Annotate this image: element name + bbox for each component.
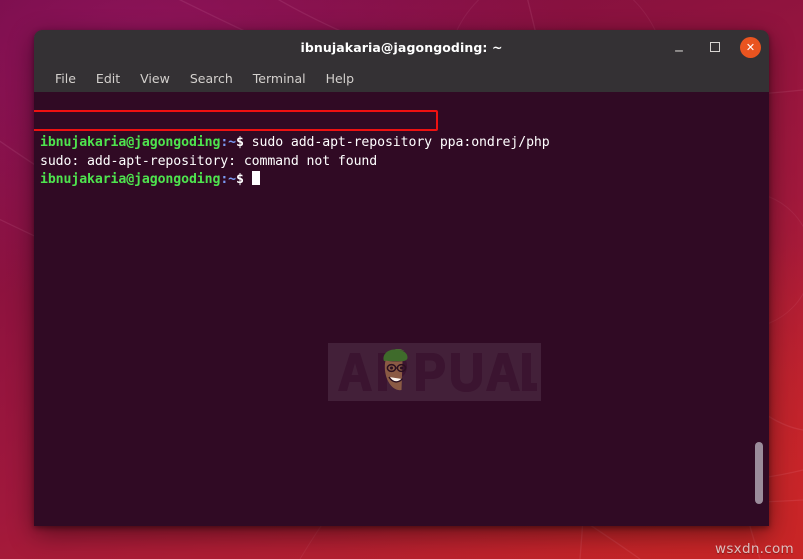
prompt-path: :~: [220, 135, 236, 150]
window-titlebar[interactable]: ibnujakaria@jagongoding: ~ _ ✕: [34, 30, 769, 64]
window-title: ibnujakaria@jagongoding: ~: [300, 39, 503, 55]
terminal-window[interactable]: ibnujakaria@jagongoding: ~ _ ✕ File Edit…: [34, 30, 769, 526]
menu-item-terminal[interactable]: Terminal: [244, 68, 315, 89]
terminal-scrollbar[interactable]: [754, 92, 764, 526]
menu-item-view[interactable]: View: [131, 68, 179, 89]
desktop: ibnujakaria@jagongoding: ~ _ ✕ File Edit…: [0, 0, 803, 559]
menu-bar[interactable]: File Edit View Search Terminal Help: [34, 64, 769, 92]
terminal-line-command: ibnujakaria@jagongoding:~$ sudo add-apt-…: [40, 134, 763, 153]
terminal-output-area[interactable]: ibnujakaria@jagongoding:~$ sudo add-apt-…: [34, 92, 769, 526]
text-cursor: [251, 171, 260, 185]
menu-item-edit[interactable]: Edit: [87, 68, 129, 89]
terminal-text: ibnujakaria@jagongoding:~$ sudo add-apt-…: [40, 97, 763, 227]
maximize-icon: [710, 42, 720, 52]
window-controls: _ ✕: [668, 30, 761, 64]
appuals-watermark: [328, 343, 541, 401]
minimize-button[interactable]: _: [668, 36, 690, 58]
minimize-icon: _: [675, 34, 683, 52]
maximize-button[interactable]: [704, 36, 726, 58]
prompt-path-2: :~: [220, 172, 236, 187]
close-icon: ✕: [745, 40, 756, 54]
menu-item-help[interactable]: Help: [317, 68, 364, 89]
appuals-logo-icon: [338, 348, 537, 392]
mascot-face-icon: [383, 348, 408, 391]
site-watermark: wsxdn.com: [714, 541, 794, 557]
prompt-user-host: ibnujakaria@jagongoding: [40, 135, 221, 150]
error-message: sudo: add-apt-repository: command not fo…: [40, 153, 378, 169]
terminal-line-error: sudo: add-apt-repository: command not fo…: [40, 153, 763, 172]
menu-item-search[interactable]: Search: [181, 68, 242, 89]
terminal-line-prompt: ibnujakaria@jagongoding:~$: [40, 171, 763, 190]
terminal-scrollbar-thumb[interactable]: [755, 442, 763, 504]
prompt-user-host-2: ibnujakaria@jagongoding: [40, 172, 221, 187]
typed-command: sudo add-apt-repository ppa:ondrej/php: [243, 135, 550, 150]
prompt-dollar: $: [236, 135, 244, 150]
menu-item-file[interactable]: File: [46, 68, 85, 89]
close-button[interactable]: ✕: [740, 36, 761, 58]
prompt-dollar-2: $: [236, 172, 244, 187]
